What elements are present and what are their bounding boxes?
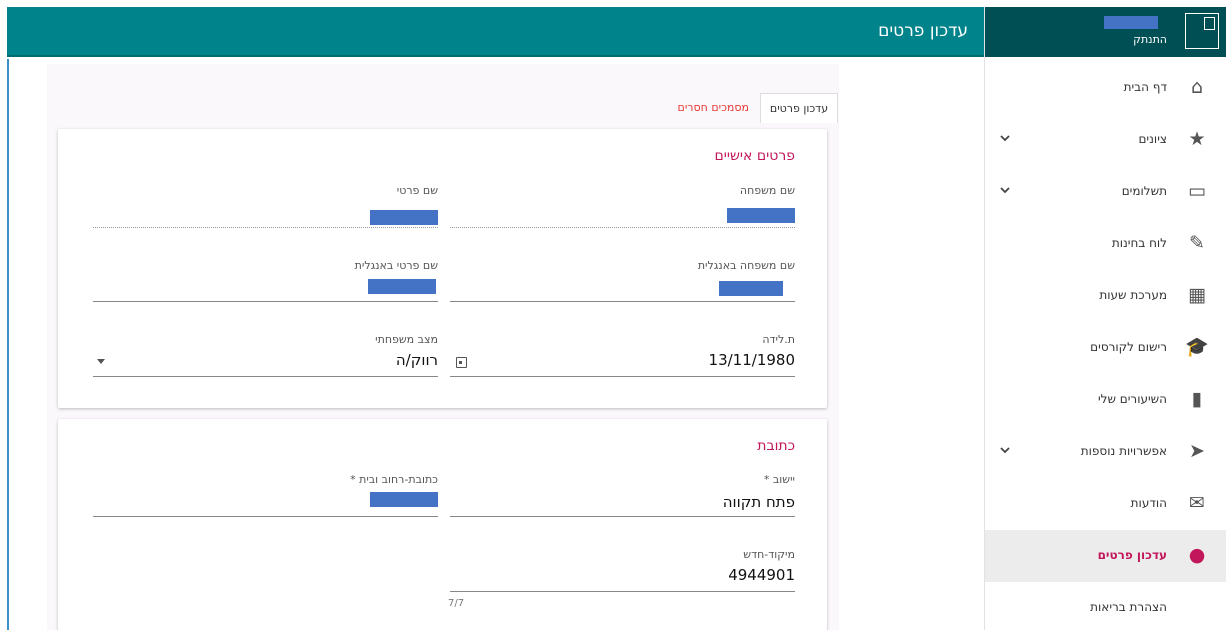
- tab-missing-documents[interactable]: מסמכים חסרים: [675, 93, 757, 123]
- main-content: עדכון פרטים מסמכים חסרים פרטים אישיים שם…: [7, 59, 984, 630]
- sidebar-item-3[interactable]: ✎ לוח בחינות: [985, 218, 1226, 270]
- sidebar-nav: ⌂ דף הבית ★ ציונים ▭ תשלומים ✎ לוח בחינות ▦ מערכת…: [985, 62, 1226, 630]
- last-name-label: שם משפחה: [739, 184, 795, 197]
- edit-icon: ✎: [1189, 232, 1205, 254]
- zip-field[interactable]: מיקוד-חדש 4944901: [450, 548, 795, 593]
- last-name-en-underline: [450, 301, 795, 302]
- sidebar-item-0[interactable]: ⌂ דף הבית: [985, 62, 1226, 114]
- calendar-icon: ▦: [1188, 284, 1206, 306]
- first-name-underline: [93, 227, 438, 228]
- chevron-down-icon[interactable]: [999, 184, 1011, 196]
- tab-update-details[interactable]: עדכון פרטים: [760, 93, 838, 123]
- birth-date-field[interactable]: ת.לידה 13/11/1980: [450, 333, 795, 378]
- sidebar-item-label: דף הבית: [1123, 80, 1167, 94]
- zip-value: 4944901: [728, 566, 795, 584]
- sidebar-item-label: לוח בחינות: [1111, 236, 1167, 250]
- credit-card-icon: ▭: [1188, 180, 1206, 202]
- app-window: עדכון פרטים התנתק ⌂ דף הבית ★ ציונים ▭ תשלומי…: [7, 7, 1226, 630]
- marital-status-label: מצב משפחתי: [375, 333, 438, 346]
- graduation-cap-icon: 🎓: [1185, 336, 1209, 358]
- last-name-en-label: שם משפחה באנגלית: [697, 259, 795, 272]
- last-name-en-redacted: [719, 281, 783, 296]
- chevron-down-icon[interactable]: [999, 444, 1011, 456]
- last-name-en-field[interactable]: שם משפחה באנגלית: [450, 259, 795, 304]
- sidebar-item-label: רישום לקורסים: [1090, 340, 1167, 354]
- city-field[interactable]: יישוב * פתח תקווה: [450, 473, 795, 518]
- first-name-redacted: [370, 210, 438, 225]
- sidebar-item-8[interactable]: ✉ הודעות: [985, 478, 1226, 530]
- sidebar-item-7[interactable]: ➤ אפשרויות נוספות: [985, 426, 1226, 478]
- sidebar-item-label: אפשרויות נוספות: [1080, 444, 1167, 458]
- sidebar-item-label: עדכון פרטים: [1097, 548, 1167, 562]
- book-icon: ▮: [1191, 388, 1203, 410]
- user-box: התנתק: [985, 7, 1226, 57]
- sidebar-item-10[interactable]: הצהרת בריאות: [985, 582, 1226, 630]
- zip-underline: [450, 591, 795, 592]
- street-underline: [93, 516, 438, 517]
- street-label: כתובת-רחוב ובית *: [350, 473, 438, 486]
- marital-status-select[interactable]: מצב משפחתי רווק/ה: [93, 333, 438, 378]
- user-icon: ●: [1188, 544, 1206, 566]
- sidebar: התנתק ⌂ דף הבית ★ ציונים ▭ תשלומים ✎ לוח בחינות…: [984, 7, 1226, 630]
- first-name-en-field[interactable]: שם פרטי באנגלית: [93, 259, 438, 304]
- marital-status-underline: [93, 376, 438, 377]
- envelope-icon: ✉: [1189, 492, 1205, 514]
- user-avatar-icon[interactable]: [1185, 13, 1219, 49]
- sidebar-item-label: תשלומים: [1121, 184, 1167, 198]
- first-name-field[interactable]: שם פרטי: [93, 184, 438, 229]
- sidebar-item-label: ציונים: [1138, 132, 1167, 146]
- marital-status-value: רווק/ה: [395, 351, 438, 369]
- personal-details-card: פרטים אישיים שם משפחה שם פרטי שם משפחה ב…: [58, 129, 827, 408]
- sidebar-item-label: הודעות: [1130, 496, 1167, 510]
- personal-details-title: פרטים אישיים: [714, 148, 795, 164]
- birth-date-underline: [450, 376, 795, 377]
- last-name-redacted: [727, 208, 795, 223]
- city-value: פתח תקווה: [722, 493, 795, 511]
- street-redacted: [370, 492, 438, 507]
- first-name-en-redacted: [368, 279, 436, 294]
- logout-link[interactable]: התנתק: [1133, 33, 1167, 46]
- chevron-down-icon[interactable]: [97, 359, 105, 364]
- city-label: יישוב *: [763, 473, 795, 486]
- star-icon: ★: [1188, 128, 1206, 150]
- address-title: כתובת: [757, 438, 795, 454]
- street-field[interactable]: כתובת-רחוב ובית *: [93, 473, 438, 518]
- last-name-field[interactable]: שם משפחה: [450, 184, 795, 229]
- birth-date-value: 13/11/1980: [708, 351, 795, 369]
- home-icon: ⌂: [1190, 76, 1204, 98]
- first-name-label: שם פרטי: [396, 184, 438, 197]
- birth-date-label: ת.לידה: [762, 333, 795, 346]
- sidebar-item-5[interactable]: 🎓 רישום לקורסים: [985, 322, 1226, 374]
- chevron-down-icon[interactable]: [999, 132, 1011, 144]
- sidebar-item-2[interactable]: ▭ תשלומים: [985, 166, 1226, 218]
- paper-plane-icon: ➤: [1189, 440, 1205, 462]
- sidebar-item-label: הצהרת בריאות: [1090, 600, 1167, 614]
- sidebar-item-9[interactable]: ● עדכון פרטים: [985, 530, 1226, 582]
- zip-label: מיקוד-חדש: [743, 548, 795, 561]
- sidebar-item-6[interactable]: ▮ השיעורים שלי: [985, 374, 1226, 426]
- address-card: כתובת יישוב * פתח תקווה כתובת-רחוב ובית …: [58, 419, 827, 630]
- user-name-redacted: [1104, 16, 1158, 29]
- city-underline: [450, 516, 795, 517]
- page-title: עדכון פרטים: [878, 21, 968, 41]
- last-name-underline: [450, 227, 795, 228]
- first-name-en-label: שם פרטי באנגלית: [354, 259, 438, 272]
- sidebar-item-1[interactable]: ★ ציונים: [985, 114, 1226, 166]
- sidebar-item-label: מערכת שעות: [1099, 288, 1167, 302]
- sidebar-item-label: השיעורים שלי: [1097, 392, 1167, 406]
- zip-char-counter: 7/7: [448, 598, 465, 609]
- first-name-en-underline: [93, 301, 438, 302]
- sidebar-item-4[interactable]: ▦ מערכת שעות: [985, 270, 1226, 322]
- calendar-icon[interactable]: [456, 357, 467, 368]
- main-left-border: [7, 59, 9, 630]
- top-header: עדכון פרטים: [7, 7, 984, 57]
